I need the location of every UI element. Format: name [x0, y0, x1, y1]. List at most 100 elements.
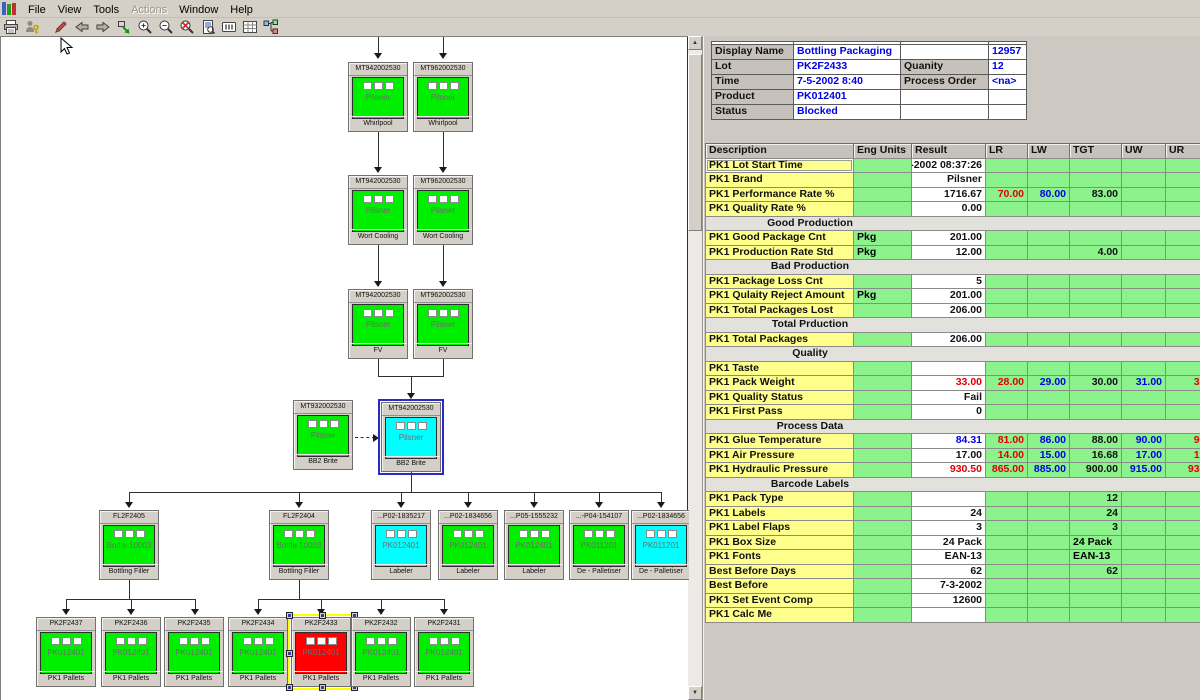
cell-result[interactable]: 0.00 [911, 201, 986, 217]
cell-tgt[interactable] [1069, 593, 1122, 609]
column-header[interactable]: TGT [1069, 143, 1122, 159]
cell-ur[interactable]: 32.00 [1165, 375, 1200, 391]
cell-result[interactable]: 12.00 [911, 245, 986, 261]
cell-description[interactable]: PK1 Package Loss Cnt [705, 274, 854, 290]
cell-lr[interactable]: 14.00 [985, 448, 1028, 464]
cell-uw[interactable] [1121, 520, 1166, 536]
cell-eng-units[interactable] [853, 201, 912, 217]
cell-ur[interactable] [1165, 288, 1200, 304]
cell-lr[interactable]: 28.00 [985, 375, 1028, 391]
tree-node-PK2F2437[interactable]: PK2F2437PK012401PK1 Pallets [36, 617, 96, 687]
cell-tgt[interactable] [1069, 361, 1122, 377]
cell-lr[interactable] [985, 332, 1028, 348]
scrollbar-thumb[interactable] [688, 54, 702, 231]
cell-lr[interactable] [985, 172, 1028, 188]
genealogy-tree-canvas[interactable]: MT942002530PilsnerWhirlpoolMT962002530Pi… [0, 36, 689, 700]
cell-description[interactable]: PK1 Quality Rate % [705, 201, 854, 217]
cell-result[interactable]: 62 [911, 564, 986, 580]
cell-result[interactable]: 0 [911, 404, 986, 420]
cell-description[interactable]: PK1 Quality Status [705, 390, 854, 406]
tree-node-FL2F2404[interactable]: FL2F2404Bottle 10003Bottling Filler [269, 510, 329, 580]
cell-description[interactable]: PK1 Fonts [705, 549, 854, 565]
cell-eng-units[interactable] [853, 520, 912, 536]
cell-result[interactable]: 24 Pack [911, 535, 986, 551]
cell-ur[interactable] [1165, 564, 1200, 580]
column-header[interactable]: UR [1165, 143, 1200, 159]
zoom-out-icon[interactable] [155, 19, 176, 36]
user-key-icon[interactable] [21, 19, 42, 36]
cell-tgt[interactable]: 62 [1069, 564, 1122, 580]
cell-tgt[interactable]: 24 Pack [1069, 535, 1122, 551]
cell-result[interactable]: 206.00 [911, 303, 986, 319]
cell-eng-units[interactable] [853, 535, 912, 551]
cell-eng-units[interactable] [853, 593, 912, 609]
selection-handle[interactable] [286, 684, 293, 691]
tree-node-P04154107[interactable]: ...-P04-154107PK011201De - Palletiser [569, 510, 629, 580]
selection-handle[interactable] [319, 612, 326, 619]
cell-result[interactable]: 17.00 [911, 448, 986, 464]
scroll-up-button[interactable]: ▲ [688, 36, 702, 50]
cell-lr[interactable] [985, 564, 1028, 580]
cell-lw[interactable]: 15.00 [1027, 448, 1070, 464]
cell-tgt[interactable]: EAN-13 [1069, 549, 1122, 565]
cell-uw[interactable] [1121, 607, 1166, 623]
cell-uw[interactable]: 90.00 [1121, 433, 1166, 449]
cell-tgt[interactable]: 900.00 [1069, 462, 1122, 478]
cell-eng-units[interactable] [853, 375, 912, 391]
cell-ur[interactable] [1165, 549, 1200, 565]
cell-uw[interactable] [1121, 172, 1166, 188]
print-icon[interactable] [0, 19, 21, 36]
cell-uw[interactable] [1121, 288, 1166, 304]
cell-lw[interactable] [1027, 390, 1070, 406]
cell-description[interactable]: PK1 Box Size [705, 535, 854, 551]
cell-description[interactable]: PK1 First Pass [705, 404, 854, 420]
cell-eng-units[interactable] [853, 564, 912, 580]
cell-ur[interactable] [1165, 520, 1200, 536]
cell-eng-units[interactable] [853, 172, 912, 188]
cell-lw[interactable] [1027, 288, 1070, 304]
cell-ur[interactable]: 930.00 [1165, 462, 1200, 478]
tree-node-PK2F2435[interactable]: PK2F2435PK012401PK1 Pallets [164, 617, 224, 687]
cell-uw[interactable] [1121, 390, 1166, 406]
cell-uw[interactable] [1121, 564, 1166, 580]
cell-result[interactable]: 5 [911, 274, 986, 290]
column-header[interactable]: LW [1027, 143, 1070, 159]
cell-eng-units[interactable] [853, 433, 912, 449]
cell-result[interactable]: 12600 [911, 593, 986, 609]
menu-file[interactable]: File [22, 3, 52, 17]
tree-node-FL2F2405[interactable]: FL2F2405Bottle 10003Bottling Filler [99, 510, 159, 580]
cell-result[interactable]: 33.00 [911, 375, 986, 391]
tree-node-P021835217[interactable]: ...P02-1835217PK012401Labeler [371, 510, 431, 580]
menu-window[interactable]: Window [173, 3, 224, 17]
cell-result[interactable]: Pilsner [911, 172, 986, 188]
cell-uw[interactable] [1121, 361, 1166, 377]
cell-lr[interactable]: 865.00 [985, 462, 1028, 478]
node-jump-icon[interactable] [113, 19, 134, 36]
tree-node-MT962002530[interactable]: MT962002530PilsnerFV [413, 289, 473, 359]
cell-lr[interactable] [985, 245, 1028, 261]
cell-result[interactable]: 1716.67 [911, 187, 986, 203]
cell-lw[interactable]: 86.00 [1027, 433, 1070, 449]
cell-tgt[interactable] [1069, 230, 1122, 246]
cell-lw[interactable] [1027, 332, 1070, 348]
cell-description[interactable]: PK1 Labels [705, 506, 854, 522]
cell-lw[interactable] [1027, 303, 1070, 319]
cell-lr[interactable] [985, 506, 1028, 522]
cell-result[interactable]: 201.00 [911, 288, 986, 304]
tree-node-P021834656[interactable]: ...P02-1834656PK012401Labeler [438, 510, 498, 580]
selection-handle[interactable] [286, 612, 293, 619]
cell-lr[interactable] [985, 520, 1028, 536]
cell-tgt[interactable] [1069, 578, 1122, 594]
cell-result[interactable]: 201.00 [911, 230, 986, 246]
column-header[interactable]: Eng Units [853, 143, 912, 159]
cell-uw[interactable] [1121, 506, 1166, 522]
cell-lw[interactable] [1027, 593, 1070, 609]
cell-result[interactable] [911, 361, 986, 377]
cell-lr[interactable] [985, 535, 1028, 551]
cell-result[interactable]: 930.50 [911, 462, 986, 478]
cell-ur[interactable] [1165, 201, 1200, 217]
cell-lw[interactable] [1027, 520, 1070, 536]
tree-node-MT962002530[interactable]: MT962002530PilsnerWort Cooling [413, 175, 473, 245]
cell-lw[interactable] [1027, 491, 1070, 507]
cell-uw[interactable] [1121, 535, 1166, 551]
